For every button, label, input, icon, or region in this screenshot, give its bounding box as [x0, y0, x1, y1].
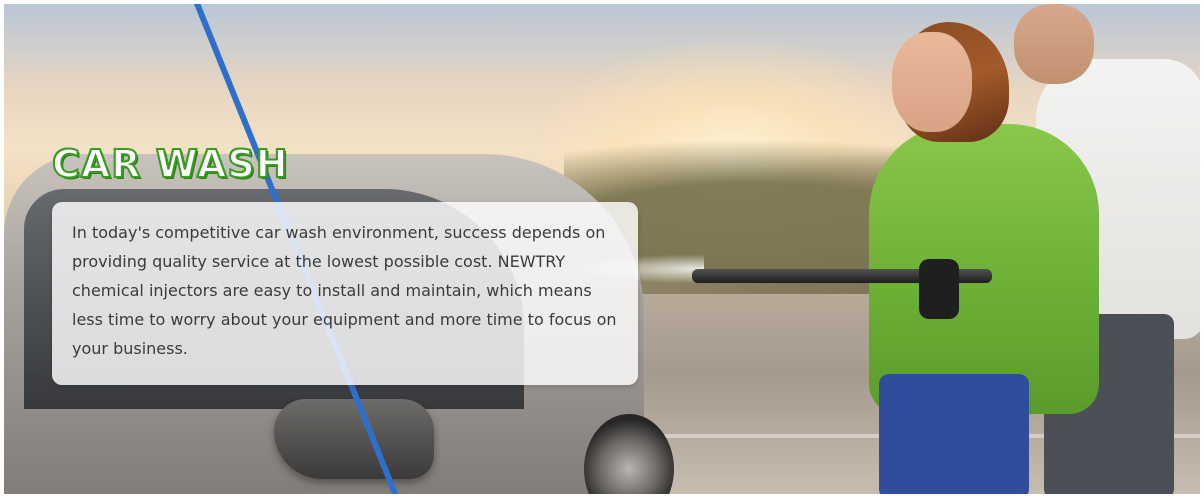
pressure-washer-grip [919, 259, 959, 319]
banner-description: In today's competitive car wash environm… [72, 223, 617, 358]
description-panel: In today's competitive car wash environm… [52, 202, 638, 385]
side-mirror [274, 399, 434, 479]
woman-head [892, 32, 972, 132]
man-head [1014, 4, 1094, 84]
woman-pants [879, 374, 1029, 494]
banner-title: CAR WASH [51, 141, 289, 187]
